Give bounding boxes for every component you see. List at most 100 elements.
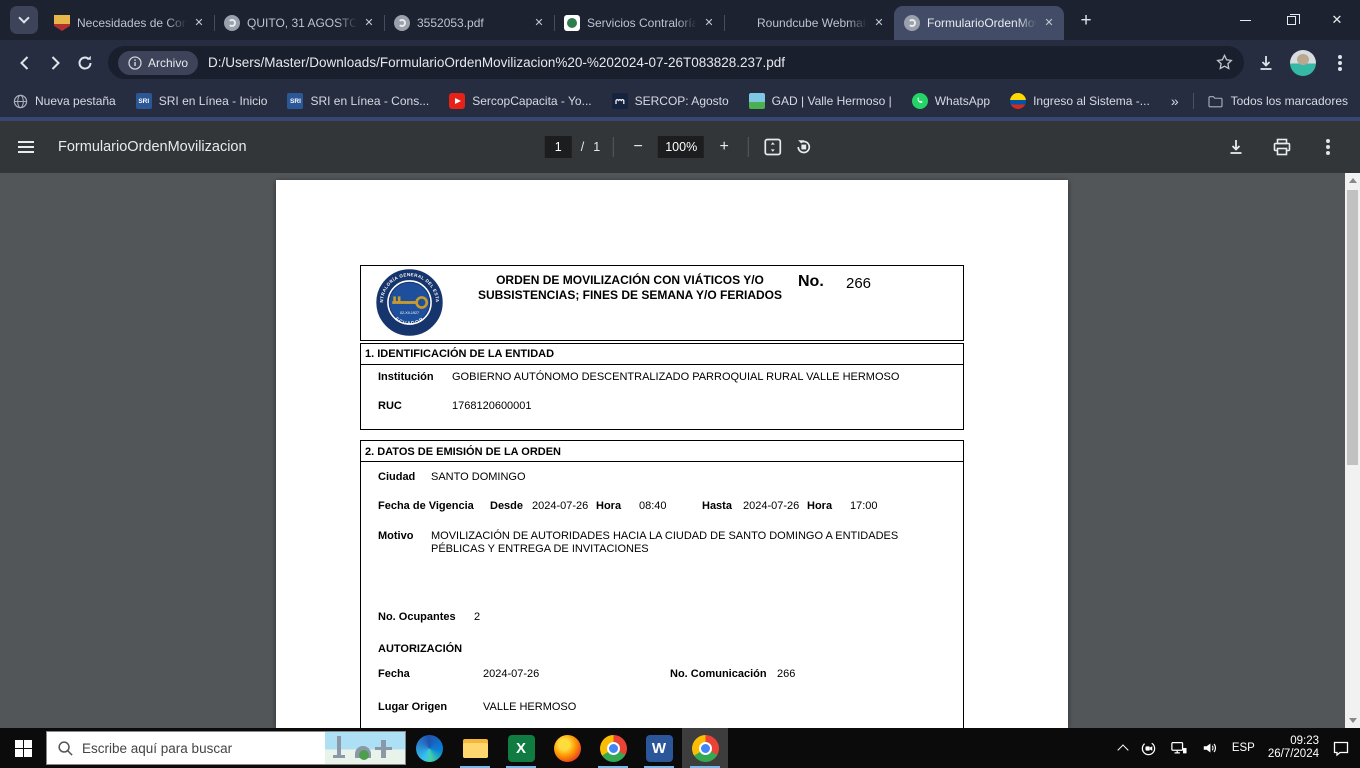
close-button[interactable]: ✕ (1314, 0, 1360, 40)
pdf-viewport[interactable]: CONTRALORÍA GENERAL DEL ESTADO ECUADOR 0… (0, 173, 1360, 728)
taskbar-explorer-button[interactable] (452, 728, 498, 768)
zoom-out-button[interactable]: − (627, 138, 649, 156)
sri-icon: SRI (135, 93, 152, 109)
bookmark-nueva-pestana[interactable]: Nueva pestaña (12, 93, 116, 109)
form-title: ORDEN DE MOVILIZACIÓN CON VIÁTICOS Y/O S… (477, 273, 783, 302)
taskbar-search-input[interactable]: Escribe aquí para buscar (46, 731, 406, 765)
pdf-title: FormularioOrdenMovilizacion (58, 139, 247, 155)
section2-heading-rule (360, 461, 964, 462)
taskbar-chrome-active-button[interactable] (682, 728, 728, 768)
zoom-in-button[interactable]: + (713, 138, 735, 156)
tab-search-button[interactable] (10, 6, 38, 34)
word-icon: W (645, 734, 673, 762)
tab-servicios-contraloria[interactable]: Servicios Contraloría ✕ (554, 6, 724, 40)
language-indicator[interactable]: ESP (1232, 742, 1255, 754)
meet-now-icon[interactable] (1140, 740, 1157, 757)
page-number-input[interactable]: 1 (544, 136, 572, 158)
tab-close-icon[interactable]: ✕ (871, 15, 887, 31)
bookmark-label: SRI en Línea - Cons... (310, 94, 430, 108)
hora-fin-label: Hora (807, 500, 833, 512)
bookmark-whatsapp[interactable]: WhatsApp (911, 93, 990, 109)
tab-close-icon[interactable]: ✕ (191, 15, 207, 31)
taskbar-clock[interactable]: 09:23 26/7/2024 (1268, 735, 1319, 761)
scroll-down-icon[interactable] (1349, 718, 1357, 723)
tab-title: 3552053.pdf (417, 16, 484, 30)
profile-avatar[interactable] (1290, 49, 1316, 76)
clock-date: 26/7/2024 (1267, 748, 1319, 760)
ruc-label: RUC (378, 400, 402, 412)
bookmarks-overflow-button[interactable]: » (1171, 93, 1179, 109)
gad-icon (748, 93, 765, 109)
scrollbar-thumb[interactable] (1347, 190, 1358, 465)
logo-date-text: 02-XII-1927 (400, 311, 419, 315)
volume-icon[interactable] (1201, 740, 1219, 756)
all-bookmarks-button[interactable]: Todos los marcadores (1208, 93, 1348, 109)
pdf-menu-more-icon[interactable] (1326, 145, 1330, 149)
forward-button[interactable] (40, 48, 70, 78)
bookmark-ingreso-sistema[interactable]: Ingreso al Sistema -... (1010, 93, 1150, 109)
scrollbar[interactable] (1345, 173, 1360, 728)
bookmark-gad-valle-hermoso[interactable]: GAD | Valle Hermoso | (748, 93, 892, 109)
reload-button[interactable] (70, 48, 100, 78)
tab-strip: Necesidades de Contr ✕ QUITO, 31 AGOSTO … (0, 0, 1360, 40)
tab-close-icon[interactable]: ✕ (1041, 15, 1057, 31)
tab-formulario-orden-active[interactable]: FormularioOrdenMov ✕ (894, 6, 1064, 40)
tab-quito-pdf[interactable]: QUITO, 31 AGOSTO D ✕ (214, 6, 384, 40)
taskbar-edge-button[interactable] (406, 728, 452, 768)
search-highlight-image[interactable] (325, 732, 405, 764)
downloads-icon[interactable] (1256, 53, 1276, 73)
form-number-label: No. (798, 273, 824, 290)
vigencia-label: Fecha de Vigencia (378, 500, 474, 512)
tab-roundcube-webmail[interactable]: Roundcube Webmail ✕ (724, 6, 894, 40)
bookmark-star-icon[interactable] (1215, 53, 1234, 72)
tab-3552053-pdf[interactable]: 3552053.pdf ✕ (384, 6, 554, 40)
comunicacion-value: 266 (777, 668, 796, 680)
chip-label: Archivo (148, 55, 189, 70)
address-bar[interactable]: Archivo D:/Users/Master/Downloads/Formul… (108, 46, 1244, 79)
folder-icon (1208, 93, 1224, 109)
tab-title: QUITO, 31 AGOSTO D (247, 16, 357, 30)
file-scheme-chip[interactable]: Archivo (118, 50, 199, 75)
bookmark-sercopcapacita[interactable]: SercopCapacita - Yo... (449, 93, 592, 109)
bookmark-sercop-agosto[interactable]: SERCOP: Agosto (611, 93, 729, 109)
taskbar-chrome-button[interactable] (590, 728, 636, 768)
institucion-value: GOBIERNO AUTÓNOMO DESCENTRALIZADO PARROQ… (452, 371, 900, 383)
network-icon[interactable] (1170, 740, 1188, 756)
clock-time: 09:23 (1290, 735, 1319, 747)
start-button[interactable] (0, 728, 46, 768)
pdf-menu-icon[interactable] (18, 141, 34, 153)
tray-expand-icon[interactable] (1117, 743, 1129, 756)
autorizacion-heading: AUTORIZACIÓN (378, 643, 463, 655)
tab-close-icon[interactable]: ✕ (361, 15, 377, 31)
notification-center-icon[interactable] (1332, 740, 1350, 757)
minimize-button[interactable] (1222, 0, 1268, 40)
zoom-level-input[interactable]: 100% (658, 136, 705, 158)
browser-menu-icon[interactable] (1338, 60, 1342, 65)
origen-value: VALLE HERMOSO (483, 701, 577, 713)
new-tab-button[interactable]: + (1072, 7, 1100, 35)
bookmark-sri-inicio[interactable]: SRI SRI en Línea - Inicio (135, 93, 267, 109)
tab-close-icon[interactable]: ✕ (531, 15, 547, 31)
url-text[interactable]: D:/Users/Master/Downloads/FormularioOrde… (208, 55, 1215, 70)
taskbar-firefox-button[interactable] (544, 728, 590, 768)
maximize-button[interactable] (1268, 0, 1314, 40)
firefox-icon (553, 734, 581, 762)
sri-icon: SRI (287, 93, 304, 109)
tab-close-icon[interactable]: ✕ (701, 15, 717, 31)
youtube-icon (449, 93, 466, 109)
rotate-icon[interactable] (793, 136, 815, 158)
hora-fin-value: 17:00 (850, 500, 878, 512)
back-button[interactable] (10, 48, 40, 78)
bookmark-label: SercopCapacita - Yo... (472, 94, 592, 108)
taskbar-excel-button[interactable]: X (498, 728, 544, 768)
taskbar-word-button[interactable]: W (636, 728, 682, 768)
fit-page-icon[interactable] (762, 136, 784, 158)
ciudad-label: Ciudad (378, 471, 416, 483)
scroll-up-icon[interactable] (1349, 178, 1357, 183)
bookmark-sri-consultas[interactable]: SRI SRI en Línea - Cons... (287, 93, 429, 109)
restore-icon (1286, 13, 1300, 25)
print-icon[interactable] (1272, 137, 1292, 157)
bookmark-label: GAD | Valle Hermoso | (771, 94, 892, 108)
tab-necesidades[interactable]: Necesidades de Contr ✕ (44, 6, 214, 40)
download-icon[interactable] (1226, 137, 1246, 157)
